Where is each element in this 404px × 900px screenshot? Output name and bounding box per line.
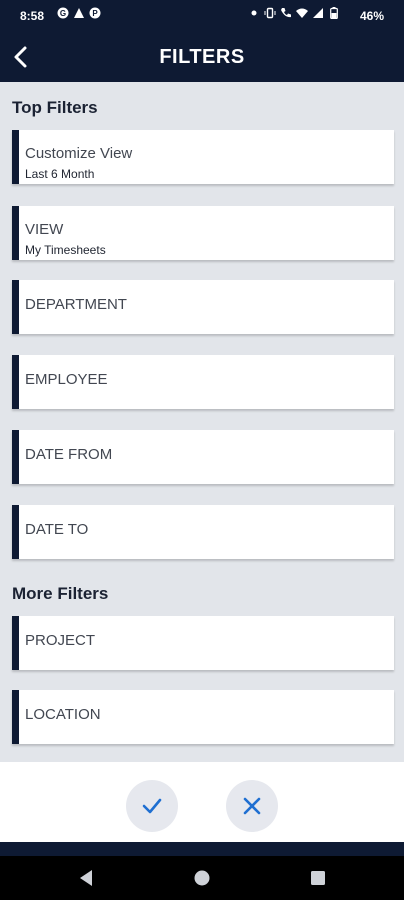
page-title: FILTERS: [159, 46, 245, 68]
back-triangle-icon: [80, 870, 92, 886]
filter-department[interactable]: DEPARTMENT: [12, 280, 394, 334]
battery-icon: [328, 7, 340, 19]
call-icon: [280, 7, 292, 19]
action-area: [0, 762, 404, 842]
close-icon: [243, 797, 261, 815]
filter-label: DATE TO: [25, 521, 89, 538]
svg-text:P: P: [92, 9, 98, 18]
status-time: 8:58: [20, 9, 45, 23]
signal-icon: [312, 7, 324, 19]
section-title-top-filters: Top Filters: [12, 98, 98, 117]
filter-label: VIEW: [25, 221, 64, 238]
status-bar: 8:58 G P 46%: [0, 0, 404, 32]
check-icon: [142, 798, 162, 814]
filter-project[interactable]: PROJECT: [12, 616, 394, 670]
filter-date-to[interactable]: DATE TO: [12, 505, 394, 559]
svg-text:G: G: [60, 9, 66, 18]
system-nav-bar: [0, 856, 404, 900]
filter-label: DATE FROM: [25, 446, 113, 463]
bottom-strip: [0, 842, 404, 856]
battery-percent: 46%: [359, 9, 384, 23]
filter-label: LOCATION: [25, 706, 101, 723]
status-left-icons: G P: [57, 7, 101, 19]
nav-recents-button[interactable]: [308, 868, 328, 888]
home-circle-icon: [194, 870, 210, 886]
nav-home-button[interactable]: [192, 868, 212, 888]
filter-label: EMPLOYEE: [25, 371, 108, 388]
app-bar: FILTERS: [0, 32, 404, 82]
filter-value: My Timesheets: [25, 243, 106, 257]
filter-label: Customize View: [25, 145, 133, 162]
dot-icon: [248, 7, 260, 19]
cancel-button[interactable]: [226, 780, 278, 832]
section-title-more-filters: More Filters: [12, 584, 109, 603]
status-right-icons: [248, 7, 340, 19]
filters-content[interactable]: Top Filters Customize View Last 6 Month …: [0, 82, 404, 762]
filter-employee[interactable]: EMPLOYEE: [12, 355, 394, 409]
filter-value: Last 6 Month: [25, 167, 95, 181]
filter-customize-view[interactable]: Customize View Last 6 Month: [12, 130, 394, 184]
filter-date-from[interactable]: DATE FROM: [12, 430, 394, 484]
filter-label: DEPARTMENT: [25, 296, 127, 313]
warning-icon: [73, 7, 85, 19]
recents-square-icon: [311, 871, 325, 885]
nav-back-button[interactable]: [76, 868, 96, 888]
filter-view[interactable]: VIEW My Timesheets: [12, 206, 394, 260]
p-icon: P: [89, 7, 101, 19]
vibrate-icon: [264, 7, 276, 19]
filter-label: PROJECT: [25, 632, 96, 649]
filter-location[interactable]: LOCATION: [12, 690, 394, 744]
g-icon: G: [57, 7, 69, 19]
wifi-icon: [296, 7, 308, 19]
apply-button[interactable]: [126, 780, 178, 832]
